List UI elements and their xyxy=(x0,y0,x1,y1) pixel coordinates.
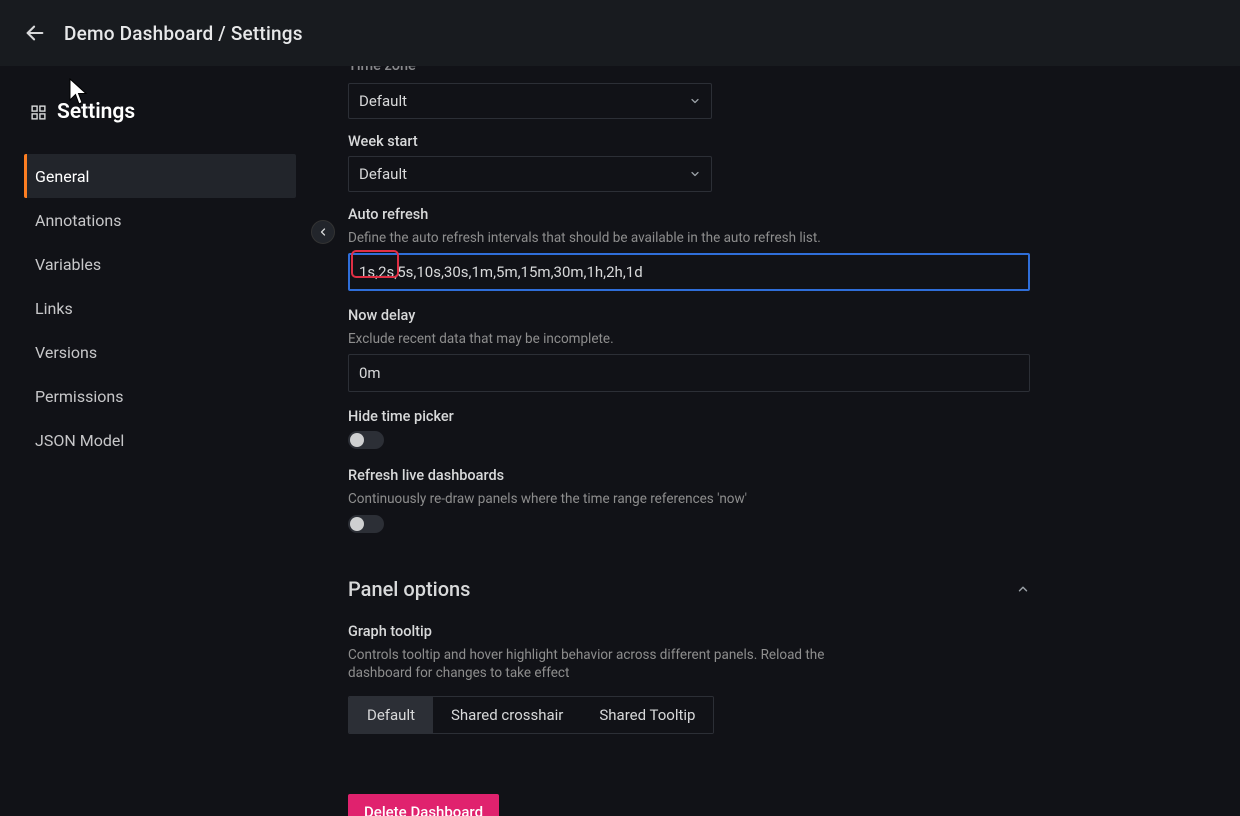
field-label: Week start xyxy=(348,133,1216,150)
field-refreshlive: Refresh live dashboards Continuously re-… xyxy=(348,467,1216,532)
dashboard-icon xyxy=(30,104,47,121)
sidebar-item-json-model[interactable]: JSON Model xyxy=(24,418,296,462)
arrow-left-icon xyxy=(24,22,46,44)
field-description: Controls tooltip and hover highlight beh… xyxy=(348,646,868,682)
page-title: Demo Dashboard / Settings xyxy=(64,22,303,45)
back-button[interactable] xyxy=(18,16,52,50)
select-value: Default xyxy=(359,92,407,110)
field-description: Define the auto refresh intervals that s… xyxy=(348,229,1028,247)
collapse-sidebar-button[interactable] xyxy=(311,220,335,244)
segment-shared-crosshair[interactable]: Shared crosshair xyxy=(433,697,581,733)
sidebar-item-label: Variables xyxy=(35,255,101,274)
field-label: Auto refresh xyxy=(348,206,1216,223)
sidebar-nav: General Annotations Variables Links Vers… xyxy=(24,154,296,462)
field-nowdelay: Now delay Exclude recent data that may b… xyxy=(348,307,1216,392)
field-autorefresh: Auto refresh Define the auto refresh int… xyxy=(348,206,1216,291)
field-description: Exclude recent data that may be incomple… xyxy=(348,330,1028,348)
sidebar-item-annotations[interactable]: Annotations xyxy=(24,198,296,242)
chevron-left-icon xyxy=(317,226,329,238)
sidebar-item-links[interactable]: Links xyxy=(24,286,296,330)
sidebar-item-permissions[interactable]: Permissions xyxy=(24,374,296,418)
hidetimepicker-toggle[interactable] xyxy=(348,431,384,449)
field-description: Continuously re-draw panels where the ti… xyxy=(348,490,1028,508)
select-value: Default xyxy=(359,165,407,183)
field-timezone: Time zone Default xyxy=(348,66,1216,119)
field-label: Graph tooltip xyxy=(348,623,1216,640)
field-hidetimepicker: Hide time picker xyxy=(348,408,1216,449)
section-title: Panel options xyxy=(348,577,470,601)
sidebar-item-label: JSON Model xyxy=(35,431,124,450)
chevron-up-icon xyxy=(1016,582,1030,596)
field-label: Refresh live dashboards xyxy=(348,467,1216,484)
toggle-knob xyxy=(350,517,364,531)
sidebar-item-variables[interactable]: Variables xyxy=(24,242,296,286)
segment-default[interactable]: Default xyxy=(349,697,433,733)
chevron-down-icon xyxy=(689,168,701,180)
chevron-down-icon xyxy=(689,95,701,107)
sidebar-item-label: General xyxy=(35,167,89,186)
sidebar-item-label: Permissions xyxy=(35,387,123,406)
header: Demo Dashboard / Settings xyxy=(0,0,1240,66)
sidebar: Settings General Annotations Variables L… xyxy=(0,66,320,816)
settings-heading-text: Settings xyxy=(57,100,135,124)
settings-heading: Settings xyxy=(24,100,296,124)
field-label: Hide time picker xyxy=(348,408,1216,425)
field-weekstart: Week start Default xyxy=(348,133,1216,192)
sidebar-item-label: Links xyxy=(35,299,73,318)
field-label: Time zone xyxy=(348,66,1216,74)
sidebar-item-label: Annotations xyxy=(35,211,122,230)
refreshlive-toggle[interactable] xyxy=(348,515,384,533)
segment-shared-tooltip[interactable]: Shared Tooltip xyxy=(581,697,713,733)
autorefresh-input[interactable] xyxy=(348,253,1030,291)
sidebar-item-label: Versions xyxy=(35,343,97,362)
content: Time zone Default Week start Default Aut… xyxy=(320,66,1240,816)
nowdelay-input[interactable] xyxy=(348,354,1030,392)
delete-dashboard-button[interactable]: Delete Dashboard xyxy=(348,794,499,816)
toggle-knob xyxy=(350,433,364,447)
field-graphtooltip: Graph tooltip Controls tooltip and hover… xyxy=(348,623,1216,734)
weekstart-select[interactable]: Default xyxy=(348,156,712,192)
section-collapse-button[interactable] xyxy=(1016,582,1030,596)
timezone-select[interactable]: Default xyxy=(348,83,712,119)
sidebar-item-general[interactable]: General xyxy=(24,154,296,198)
graphtooltip-buttongroup: Default Shared crosshair Shared Tooltip xyxy=(348,696,714,734)
sidebar-item-versions[interactable]: Versions xyxy=(24,330,296,374)
panel-options-header: Panel options xyxy=(348,577,1030,601)
field-label: Now delay xyxy=(348,307,1216,324)
